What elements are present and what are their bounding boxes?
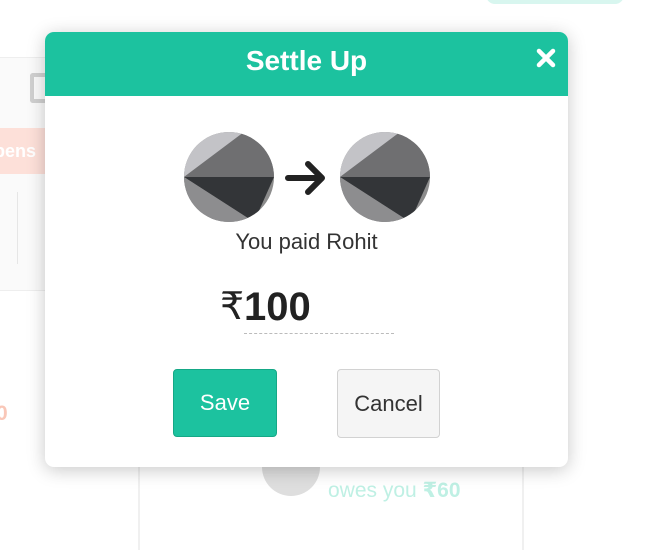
user-avatar-icon — [184, 132, 274, 222]
modal-title: Settle Up — [245, 45, 368, 76]
modal-header: Settle Up — [45, 32, 568, 96]
background-card — [138, 460, 524, 550]
amount-underline — [244, 333, 394, 334]
currency-symbol: ₹ — [220, 286, 245, 328]
payment-description: You paid Rohit — [235, 229, 378, 254]
user-avatar-icon — [340, 132, 430, 222]
save-button[interactable]: Save — [173, 369, 277, 437]
background-divider — [17, 192, 18, 264]
amount-field-wrapper: ₹ — [220, 280, 400, 336]
amount-input[interactable] — [244, 284, 372, 330]
background-tag: pens — [0, 128, 48, 174]
cancel-button[interactable]: Cancel — [337, 369, 440, 438]
background-amount: 0 — [0, 402, 8, 425]
settle-up-modal: Settle Up You paid Rohit ₹ 100 Save Canc… — [45, 32, 568, 467]
close-icon[interactable] — [535, 47, 557, 69]
background-tag-label: pens — [0, 141, 37, 161]
background-owes-text: owes you ₹60 — [328, 478, 461, 503]
payee-avatar — [340, 132, 430, 222]
background-owes-amount: ₹60 — [422, 479, 461, 502]
background-owes-prefix: owes you — [328, 479, 423, 502]
background-pill-button — [486, 0, 624, 4]
payer-avatar — [184, 132, 274, 222]
arrow-right-icon — [284, 157, 330, 199]
